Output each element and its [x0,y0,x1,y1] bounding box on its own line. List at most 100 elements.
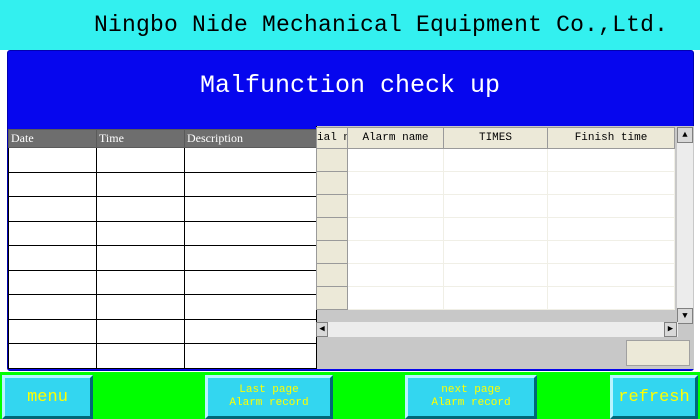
alarm-grid-row[interactable] [316,171,675,195]
alarm-grid-cell [547,194,675,218]
scroll-down-arrow-icon[interactable]: ▼ [677,308,693,324]
last-page-label: Last page [239,384,299,396]
history-table-row[interactable] [8,220,317,247]
alarm-grid-cell [547,263,675,287]
grid-corner-button[interactable] [626,340,690,366]
last-page-alarm-record-button[interactable]: Last page Alarm record [205,375,333,419]
alarm-grid-cell [347,217,444,241]
history-table-cell [96,147,185,173]
history-table-cell [96,294,185,320]
column-header-alarm-name[interactable]: Alarm name [347,127,444,149]
history-table-cell [8,147,97,173]
alarm-grid-row-header [316,240,348,264]
alarm-record-grid: ial n Alarm name TIMES Finish time [316,127,675,310]
history-table-row[interactable] [8,171,317,198]
scroll-left-arrow-icon[interactable]: ◀ [316,322,328,337]
alarm-grid-row[interactable] [316,194,675,218]
alarm-grid-cell [347,194,444,218]
history-table-row[interactable] [8,196,317,222]
history-table-cell [8,196,97,222]
column-header-time: Time [96,129,185,148]
history-table-cell [8,245,97,271]
history-table-header: Date Time Description [8,129,317,148]
history-table-cell [184,245,317,271]
alarm-grid-cell [443,171,548,195]
history-table-cell [8,171,97,198]
history-table-cell [96,269,185,296]
alarm-grid-cell [347,286,444,310]
horizontal-scrollbar[interactable] [316,322,678,337]
alarm-grid-cell [547,217,675,241]
bottom-nav-bar [0,372,700,419]
history-table-cell [96,196,185,222]
last-page-sublabel: Alarm record [229,397,309,409]
history-table-cell [184,269,317,296]
alarm-grid-row-header [316,194,348,218]
alarm-grid-cell [547,286,675,310]
alarm-grid-cell [347,148,444,172]
history-table: Date Time Description [8,129,317,369]
alarm-grid-row-header [316,286,348,310]
column-header-times[interactable]: TIMES [443,127,548,149]
history-table-cell [8,318,97,345]
screen-title: Malfunction check up [199,71,501,100]
history-table-row[interactable] [8,318,317,345]
alarm-grid-row-header [316,171,348,195]
history-table-cell [8,220,97,247]
history-table-cell [184,220,317,247]
alarm-grid-row-header [316,148,348,172]
refresh-button[interactable]: refresh [610,375,698,419]
history-table-cell [8,294,97,320]
scroll-up-arrow-icon[interactable]: ▲ [677,127,693,143]
alarm-grid-row-header [316,217,348,241]
alarm-grid-row[interactable] [316,217,675,241]
history-table-row[interactable] [8,269,317,296]
column-header-finish-time[interactable]: Finish time [547,127,675,149]
alarm-grid-row[interactable] [316,240,675,264]
vertical-scrollbar[interactable] [677,127,693,324]
history-table-cell [184,196,317,222]
history-table-cell [96,220,185,247]
history-table-row[interactable] [8,147,317,173]
alarm-grid-cell [443,286,548,310]
history-table-row[interactable] [8,343,317,369]
column-header-date: Date [8,129,97,148]
alarm-grid-cell [443,240,548,264]
history-table-row[interactable] [8,294,317,320]
menu-button[interactable]: menu [2,375,93,419]
history-table-cell [184,343,317,369]
alarm-grid-row[interactable] [316,286,675,310]
next-page-sublabel: Alarm record [431,397,511,409]
scroll-right-arrow-icon[interactable]: ▶ [664,322,677,337]
refresh-button-label: refresh [618,387,690,407]
alarm-grid-cell [547,148,675,172]
alarm-grid-cell [443,217,548,241]
alarm-grid-cell [347,171,444,195]
menu-button-label: menu [27,387,68,407]
company-title: Ningbo Nide Mechanical Equipment Co.,Ltd… [94,12,669,38]
column-header-description: Description [184,129,317,148]
history-table-cell [96,171,185,198]
alarm-grid-row-header [316,263,348,287]
history-table-row[interactable] [8,245,317,271]
history-table-cell [8,343,97,369]
history-table-cell [184,171,317,198]
alarm-grid-header: ial n Alarm name TIMES Finish time [316,127,675,149]
next-page-alarm-record-button[interactable]: next page Alarm record [405,375,537,419]
alarm-grid-row[interactable] [316,148,675,172]
alarm-grid-cell [547,171,675,195]
history-table-cell [96,245,185,271]
history-table-cell [96,343,185,369]
alarm-grid-cell [547,240,675,264]
history-table-cell [8,269,97,296]
history-table-cell [184,318,317,345]
next-page-label: next page [441,384,501,396]
alarm-grid-cell [443,194,548,218]
history-table-cell [184,294,317,320]
history-table-cell [184,147,317,173]
alarm-grid-cell [347,240,444,264]
column-header-serial[interactable]: ial n [316,127,348,149]
history-table-cell [96,318,185,345]
alarm-grid-row[interactable] [316,263,675,287]
alarm-grid-cell [443,148,548,172]
